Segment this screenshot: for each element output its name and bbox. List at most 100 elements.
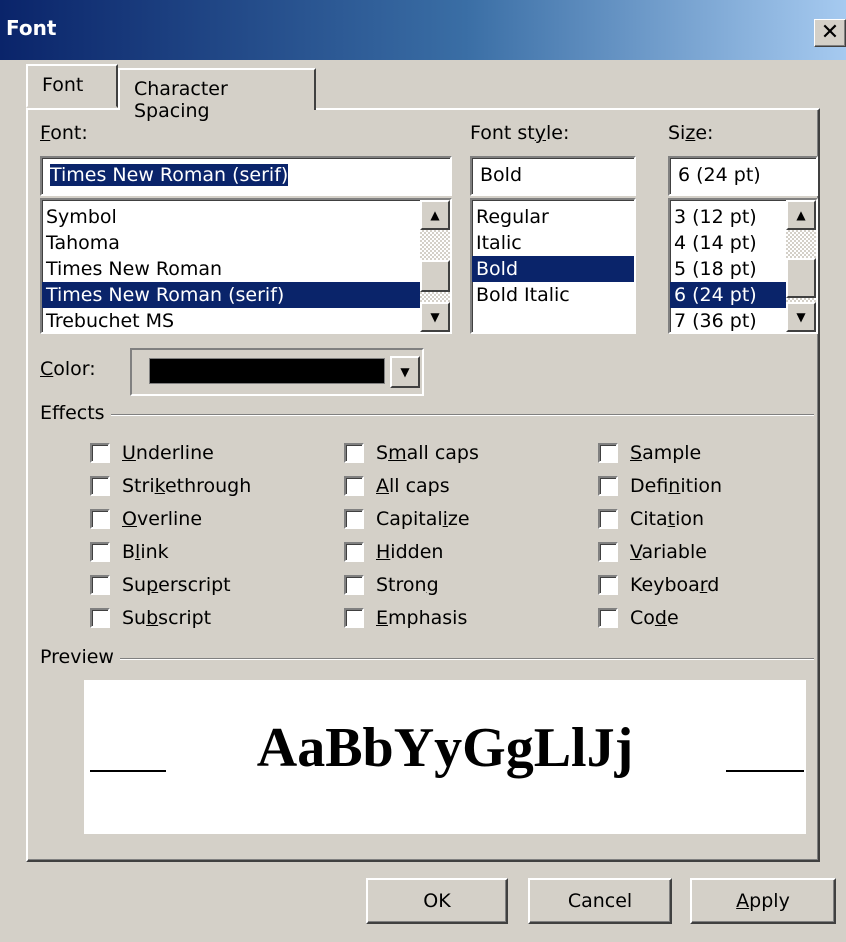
size-list-item[interactable]: 6 (24 pt) [670,282,786,308]
effect-checkbox-row[interactable]: Strong [344,568,479,601]
font-style-list-items: Regular Italic Bold Bold Italic [472,200,634,308]
effect-checkbox-row[interactable]: Definition [598,469,722,502]
checkbox-label: Variable [630,540,707,563]
chevron-down-icon: ▼ [400,365,410,379]
tab-label: Font [42,74,84,96]
cancel-button[interactable]: Cancel [528,878,672,924]
font-style-list-item[interactable]: Bold [472,256,634,282]
checkbox[interactable] [344,541,364,562]
checkbox-label: Hidden [376,540,444,563]
arrow-down-icon: ▼ [430,310,440,324]
checkbox[interactable] [90,442,110,463]
size-value: 6 (24 pt) [678,164,761,186]
checkbox[interactable] [344,442,364,463]
size-list-item[interactable]: 5 (18 pt) [670,256,786,282]
scroll-thumb[interactable] [420,260,450,292]
font-style-list-item[interactable]: Bold Italic [472,282,634,308]
checkbox[interactable] [90,475,110,496]
checkbox[interactable] [90,541,110,562]
effect-checkbox-row[interactable]: Code [598,601,722,634]
effect-checkbox-row[interactable]: Superscript [90,568,251,601]
size-input[interactable]: 6 (24 pt) [668,156,818,196]
checkbox[interactable] [90,508,110,529]
checkbox-label: Strikethrough [122,474,252,497]
effect-checkbox-row[interactable]: Keyboard [598,568,722,601]
font-list-item[interactable]: Times New Roman (serif) [42,282,420,308]
arrow-up-icon: ▲ [430,208,440,222]
effect-checkbox-row[interactable]: Hidden [344,535,479,568]
effect-checkbox-row[interactable]: Variable [598,535,722,568]
font-style-list-item[interactable]: Regular [472,204,634,230]
size-label: Size: [668,122,714,144]
checkbox[interactable] [598,574,618,595]
size-listbox[interactable]: 3 (12 pt) 4 (14 pt) 5 (18 pt) 6 (24 pt) 7 (3… [668,198,818,334]
checkbox-label: Definition [630,474,723,497]
tab-character-spacing[interactable]: Character Spacing [118,68,316,122]
checkbox[interactable] [344,475,364,496]
font-style-value: Bold [480,164,522,186]
scroll-thumb[interactable] [786,258,816,298]
font-name-input[interactable]: Times New Roman (serif) [40,156,452,196]
effect-checkbox-row[interactable]: Citation [598,502,722,535]
checkbox[interactable] [90,574,110,595]
font-style-listbox[interactable]: Regular Italic Bold Bold Italic [470,198,636,334]
checkbox[interactable] [344,574,364,595]
font-style-list-item[interactable]: Italic [472,230,634,256]
font-name-value: Times New Roman (serif) [50,164,289,186]
checkbox-label: Superscript [122,573,231,596]
effect-checkbox-row[interactable]: Capitalize [344,502,479,535]
effects-column-3: Sample Definition Citation Variable Keyboard… [598,436,722,634]
effect-checkbox-row[interactable]: Sample [598,436,722,469]
preview-heading: Preview [40,646,120,668]
checkbox-label: All caps [376,474,450,497]
font-list-item[interactable]: Times New Roman [42,256,420,282]
effect-checkbox-row[interactable]: Small caps [344,436,479,469]
checkbox[interactable] [598,508,618,529]
effects-heading: Effects [40,402,111,424]
font-list-item[interactable]: Symbol [42,204,420,230]
checkbox[interactable] [90,607,110,628]
effects-column-2: Small caps All caps Capitalize Hidden Strong… [344,436,479,634]
effect-checkbox-row[interactable]: Subscript [90,601,251,634]
checkbox[interactable] [344,508,364,529]
color-dropdown[interactable]: ▼ [130,348,424,396]
checkbox[interactable] [598,442,618,463]
preview-sample-text: AaBbYyGgLlJj [256,717,634,779]
effect-checkbox-row[interactable]: Underline [90,436,251,469]
checkbox-label: Small caps [376,441,479,464]
dropdown-button[interactable]: ▼ [390,356,420,388]
scroll-up-button[interactable]: ▲ [420,200,450,230]
size-scrollbar[interactable]: ▲ ▼ [786,200,816,332]
checkbox[interactable] [344,607,364,628]
checkbox[interactable] [598,541,618,562]
checkbox[interactable] [598,475,618,496]
font-style-input[interactable]: Bold [470,156,636,196]
size-list-item[interactable]: 7 (36 pt) [670,308,786,332]
checkbox-label: Subscript [122,606,212,629]
size-list-item[interactable]: 3 (12 pt) [670,204,786,230]
checkbox-label: Capitalize [376,507,470,530]
scroll-down-button[interactable]: ▼ [786,302,816,332]
effect-checkbox-row[interactable]: Blink [90,535,251,568]
title-bar [0,0,846,60]
apply-button[interactable]: Apply [690,878,836,924]
checkbox-label: Overline [122,507,203,530]
ok-button[interactable]: OK [366,878,508,924]
checkbox[interactable] [598,607,618,628]
effect-checkbox-row[interactable]: All caps [344,469,479,502]
preview-divider [40,658,814,660]
effect-checkbox-row[interactable]: Overline [90,502,251,535]
scroll-up-button[interactable]: ▲ [786,200,816,230]
font-listbox[interactable]: Symbol Tahoma Times New Roman Times New Rom… [40,198,452,334]
font-scrollbar[interactable]: ▲ ▼ [420,200,450,332]
size-list-item[interactable]: 4 (14 pt) [670,230,786,256]
checkbox-label: Keyboard [630,573,720,596]
effect-checkbox-row[interactable]: Emphasis [344,601,479,634]
font-list-item[interactable]: Trebuchet MS [42,308,420,332]
close-button[interactable]: ✕ [814,19,846,47]
tab-font[interactable]: Font [26,64,118,108]
effect-checkbox-row[interactable]: Strikethrough [90,469,251,502]
font-list-item[interactable]: Tahoma [42,230,420,256]
color-swatch [149,358,385,384]
scroll-down-button[interactable]: ▼ [420,302,450,332]
